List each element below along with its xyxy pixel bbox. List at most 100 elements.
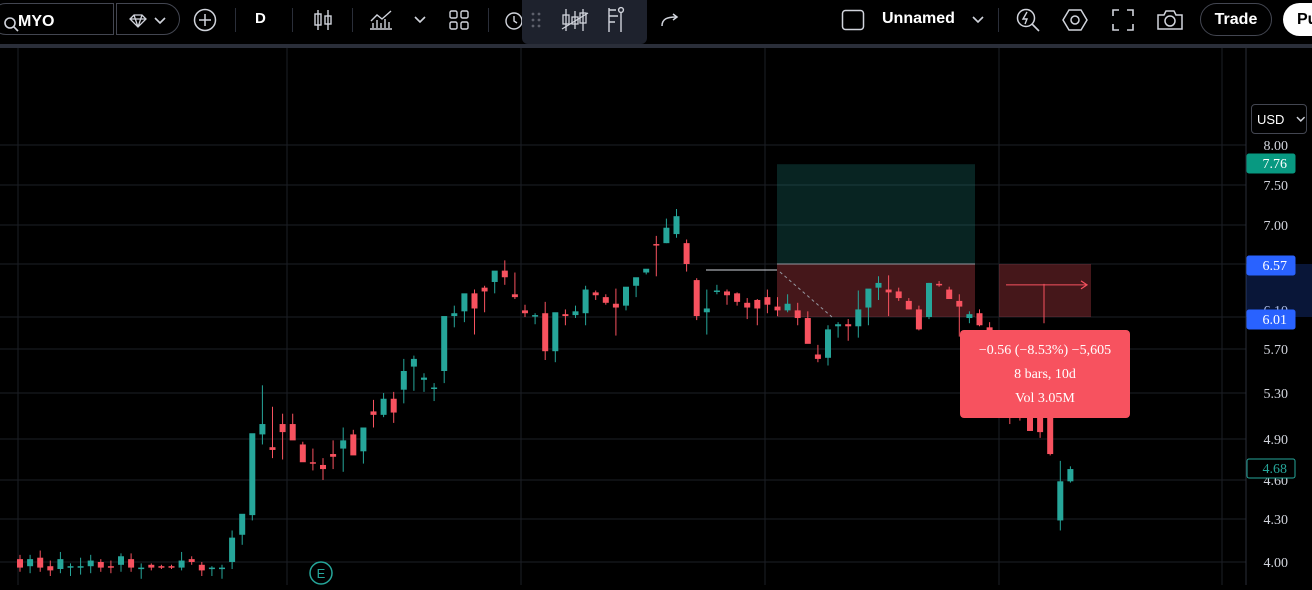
layout-name[interactable]: Unnamed bbox=[882, 10, 955, 28]
candle bbox=[481, 285, 488, 313]
candle bbox=[340, 427, 347, 472]
candle-body bbox=[279, 424, 286, 433]
candle-body bbox=[299, 444, 306, 463]
candle-body bbox=[67, 566, 74, 568]
candle-body bbox=[845, 324, 852, 327]
chevron-down-icon[interactable] bbox=[412, 0, 428, 40]
candle bbox=[77, 557, 84, 575]
candle bbox=[360, 427, 367, 464]
toolbar-divider bbox=[352, 8, 353, 32]
candle-body bbox=[835, 324, 842, 327]
candle-body bbox=[582, 289, 589, 314]
candle bbox=[168, 564, 175, 569]
candle-body bbox=[441, 316, 448, 371]
candle bbox=[612, 288, 619, 336]
candle bbox=[532, 313, 539, 325]
trade-button[interactable]: Trade bbox=[1200, 3, 1272, 36]
candle-body bbox=[350, 434, 357, 456]
candle-body bbox=[97, 562, 104, 568]
candle-body bbox=[360, 427, 367, 452]
drag-handle-icon[interactable] bbox=[528, 0, 544, 40]
chevron-down-icon bbox=[1296, 116, 1306, 122]
candle bbox=[511, 272, 518, 300]
chevron-down-icon[interactable] bbox=[970, 0, 986, 40]
candle-body bbox=[542, 313, 549, 352]
symbol-search-button[interactable]: MYO bbox=[0, 3, 114, 35]
candle-body bbox=[663, 227, 670, 244]
candles-icon[interactable] bbox=[311, 0, 335, 40]
candle bbox=[825, 325, 831, 366]
candle-body bbox=[208, 567, 215, 570]
candle bbox=[845, 319, 852, 341]
measure-range-tool bbox=[999, 264, 1091, 324]
candle-body bbox=[825, 329, 831, 358]
chart-pane[interactable]: E 8.007.507.006.105.705.304.904.604.304.… bbox=[0, 48, 1312, 585]
camera-icon[interactable] bbox=[1155, 0, 1185, 40]
candle bbox=[390, 391, 397, 423]
candle bbox=[320, 458, 326, 480]
redo-icon[interactable] bbox=[658, 0, 682, 40]
compare-button[interactable] bbox=[116, 3, 180, 35]
candle-body bbox=[814, 354, 821, 359]
currency-select[interactable]: USD bbox=[1251, 104, 1307, 134]
candle-body bbox=[754, 299, 761, 309]
candle-body bbox=[249, 433, 256, 516]
candle bbox=[592, 290, 599, 300]
fullscreen-icon[interactable] bbox=[1110, 0, 1136, 40]
replay-icon[interactable] bbox=[1014, 0, 1042, 40]
candle-body bbox=[653, 244, 660, 246]
currency-label: USD bbox=[1257, 111, 1285, 127]
interval-button[interactable]: D bbox=[255, 10, 266, 27]
candle-body bbox=[936, 283, 943, 286]
candle-body bbox=[713, 290, 720, 292]
settings-icon[interactable] bbox=[1061, 0, 1089, 40]
candle-body bbox=[269, 447, 276, 450]
candle bbox=[703, 289, 710, 335]
diamond-icon bbox=[127, 1, 149, 41]
candle-body bbox=[643, 268, 650, 273]
candle bbox=[158, 564, 165, 569]
symbol-name: MYO bbox=[18, 13, 55, 30]
candle bbox=[299, 441, 306, 463]
candle bbox=[673, 209, 680, 238]
candle bbox=[138, 563, 145, 579]
candle-body bbox=[400, 371, 407, 390]
fib-icon[interactable] bbox=[604, 0, 626, 40]
candle-body bbox=[865, 288, 872, 308]
candle-body bbox=[1057, 481, 1064, 521]
candle bbox=[309, 448, 316, 471]
plus-circle-icon[interactable] bbox=[192, 0, 218, 40]
candle-body bbox=[572, 311, 579, 316]
candle bbox=[249, 433, 256, 521]
candle bbox=[713, 284, 720, 295]
candle bbox=[410, 355, 417, 391]
candle-body bbox=[198, 564, 205, 571]
candle bbox=[148, 563, 155, 571]
chevron-down-icon bbox=[153, 1, 167, 41]
candle-body bbox=[804, 318, 811, 344]
price-scale-tick: 5.30 bbox=[1264, 387, 1289, 402]
indicators-icon[interactable] bbox=[367, 0, 395, 40]
candle-body bbox=[724, 291, 730, 296]
candle-body bbox=[592, 292, 599, 296]
candle-body bbox=[168, 566, 175, 568]
candle-body bbox=[976, 313, 983, 326]
entry-price-badge-label: 6.57 bbox=[1263, 259, 1288, 274]
candle bbox=[97, 559, 104, 572]
candle bbox=[128, 553, 135, 572]
candle-body bbox=[956, 300, 963, 307]
candle-body bbox=[77, 566, 84, 568]
candle bbox=[47, 560, 54, 576]
candle-body bbox=[390, 398, 397, 413]
long-position-icon[interactable] bbox=[560, 0, 590, 40]
price-chart[interactable]: E 8.007.507.006.105.705.304.904.604.304.… bbox=[0, 48, 1312, 585]
measure-bars: 8 bars, 10d bbox=[1014, 367, 1076, 382]
candle-body bbox=[794, 310, 801, 319]
candle-body bbox=[905, 300, 912, 310]
square-icon[interactable] bbox=[840, 0, 866, 40]
candle bbox=[27, 554, 34, 574]
price-scale-tick: 4.00 bbox=[1264, 556, 1289, 571]
long-position-tool bbox=[706, 164, 975, 318]
templates-icon[interactable] bbox=[447, 0, 471, 40]
publish-button[interactable]: Pu bbox=[1283, 3, 1312, 36]
